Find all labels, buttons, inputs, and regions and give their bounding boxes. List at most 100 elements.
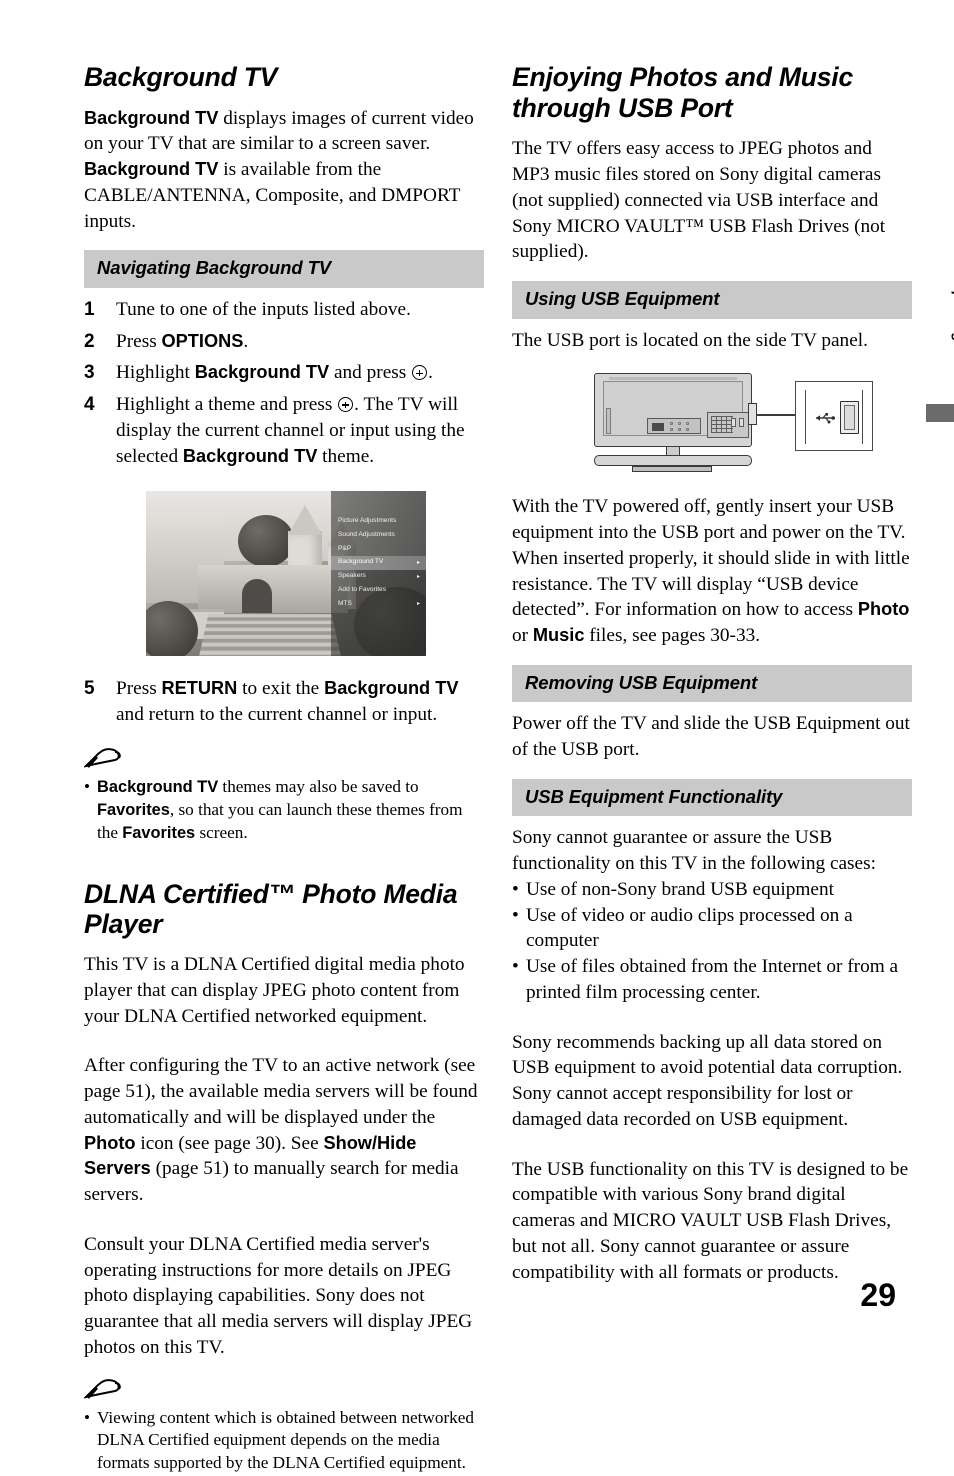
page-title-dlna-photo-media-player: DLNA Certified™ Photo Media Player [84, 878, 458, 940]
step-item: 5 Press RETURN to exit the Background TV… [84, 676, 484, 728]
step-key-options: OPTIONS [161, 330, 244, 351]
menu-item-sound-adjustments[interactable]: Sound Adjustments [331, 528, 426, 542]
tv-connector-jack [678, 428, 681, 432]
enter-circle-icon [412, 365, 428, 381]
step-text-run: . [428, 362, 433, 384]
menu-item-label: Speakers [338, 572, 366, 580]
tv-side-usb-port [748, 403, 757, 426]
functionality-bullet-list: Use of non-Sony brand USB equipment Use … [512, 877, 912, 1006]
menu-item-label: Background TV [338, 558, 384, 566]
menu-item-label: P&P [338, 544, 352, 552]
usb-port-detail [840, 401, 859, 435]
tv-connector-jack [670, 428, 673, 432]
page-title-usb-port: Enjoying Photos and Music through USB Po… [512, 62, 853, 123]
step-menu-background-tv: Background TV [194, 362, 330, 383]
section-band-removing-usb-equipment: Removing USB Equipment [512, 664, 912, 703]
background-tv-intro-paragraph: Background TV displays images of current… [84, 106, 484, 235]
tv-connector-jack [686, 428, 689, 432]
step-key-return: RETURN [161, 678, 238, 699]
options-menu-list: Picture Adjustments Sound Adjustments P&… [331, 491, 426, 610]
bullet-item: Use of non-Sony brand USB equipment [512, 877, 912, 903]
removing-usb-paragraph: Power off the TV and slide the USB Equip… [512, 713, 910, 761]
background-tv-screenshot-figure: Picture Adjustments Sound Adjustments P&… [146, 491, 426, 657]
chapter-tab-label: Exploring Fun Features [950, 273, 954, 440]
note-pencil-icon [82, 746, 484, 772]
step-number: 2 [84, 330, 95, 352]
tv-stand-base [594, 455, 752, 467]
usb-text-run: files, see pages 30-33. [584, 625, 761, 647]
step-text-run: Tune to one of the inputs listed above. [116, 298, 411, 320]
tv-connector-jack [678, 422, 681, 426]
step-text-run: Highlight a theme and press [116, 394, 338, 416]
note-bold-background-tv: Background TV [97, 777, 219, 796]
step-text: Press RETURN to exit the Background TV a… [116, 676, 484, 728]
usb-text-run: or [512, 625, 533, 647]
step-text: Press OPTIONS. [116, 329, 484, 355]
dlna-bold-photo: Photo [84, 1132, 136, 1153]
section-band-navigating-background-tv: Navigating Background TV [84, 250, 484, 288]
dlna-paragraph-2: After configuring the TV to an active ne… [84, 1053, 484, 1208]
bullet-item: Use of video or audio clips processed on… [512, 903, 912, 955]
tv-connector-jack [670, 422, 673, 426]
step-number: 1 [84, 298, 95, 320]
tv-connector-grid [711, 416, 733, 434]
options-menu-overlay: Picture Adjustments Sound Adjustments P&… [331, 491, 426, 657]
callout-edge [805, 390, 807, 445]
tv-stand-foot [632, 466, 712, 473]
note-text-run: themes may also be saved to [218, 776, 419, 796]
usb-trident-icon [816, 413, 835, 424]
note-item: Background TV themes may also be saved t… [84, 776, 484, 845]
tv-side-vent [606, 408, 611, 435]
photo-arch-opening [242, 579, 272, 614]
menu-item-label: Sound Adjustments [338, 530, 395, 538]
note-bold-favorites: Favorites [122, 823, 196, 842]
step-item: 3 Highlight Background TV and press . [84, 360, 484, 386]
note-text-run: screen. [195, 822, 248, 842]
step-text-run: and return to the current channel or inp… [116, 704, 438, 726]
usb-insert-paragraph: With the TV powered off, gently insert y… [512, 494, 912, 649]
usb-port-callout [795, 381, 873, 452]
usb-text-run: With the TV powered off, gently insert y… [512, 496, 910, 621]
menu-item-add-to-favorites[interactable]: Add to Favorites [331, 583, 426, 597]
menu-item-pap[interactable]: P&P [331, 542, 426, 556]
usb-bold-photo: Photo [857, 599, 910, 620]
callout-edge [861, 390, 863, 445]
step-text-run: and press [329, 362, 412, 384]
menu-item-label: Add to Favorites [338, 585, 387, 593]
page-title-background-tv: Background TV [84, 62, 278, 92]
step-menu-background-tv: Background TV [182, 445, 318, 466]
tv-connector-jack [686, 422, 689, 426]
numbered-steps-list-continued: 5 Press RETURN to exit the Background TV… [84, 676, 484, 728]
manual-page: Background TV Background TV displays ima… [0, 0, 954, 1472]
tv-connector-panel-b [707, 412, 749, 439]
menu-item-picture-adjustments[interactable]: Picture Adjustments [331, 514, 426, 528]
tv-body [594, 373, 752, 448]
bullet-item: Use of files obtained from the Internet … [512, 954, 912, 1006]
section-band-usb-equipment-functionality: USB Equipment Functionality [512, 778, 912, 817]
menu-item-label: Picture Adjustments [338, 517, 397, 525]
note-pencil-icon [82, 1377, 484, 1403]
menu-item-label: MTS [338, 599, 352, 607]
dlna-paragraph-3: Consult your DLNA Certified media server… [84, 1233, 473, 1358]
chevron-right-icon: ▸ [416, 559, 420, 566]
menu-item-background-tv[interactable]: Background TV ▸ [331, 555, 426, 570]
menu-item-mts[interactable]: MTS ▸ [331, 597, 426, 611]
photo-stairs [198, 614, 342, 657]
functionality-intro-paragraph: Sony cannot guarantee or assure the USB … [512, 827, 876, 875]
step-text-run: Press [116, 678, 162, 700]
tv-connector-slot [652, 423, 664, 432]
step-text: Highlight Background TV and press . [116, 360, 484, 386]
tv-rear-diagram-figure [588, 371, 908, 476]
note-list-background-tv: Background TV themes may also be saved t… [84, 776, 484, 845]
tv-connector-port [731, 418, 736, 428]
callout-leader-line [757, 414, 797, 417]
page-number: 29 [860, 1277, 896, 1313]
note-bold-favorites: Favorites [97, 800, 170, 819]
step-number: 5 [84, 678, 95, 700]
menu-item-speakers[interactable]: Speakers ▸ [331, 570, 426, 584]
chevron-right-icon: ▸ [416, 601, 420, 608]
functionality-paragraph-3: The USB functionality on this TV is desi… [512, 1158, 909, 1283]
tv-bevel [609, 377, 737, 381]
dlna-text-run: icon (see page 30). See [135, 1132, 324, 1154]
photo-archway [198, 565, 348, 614]
